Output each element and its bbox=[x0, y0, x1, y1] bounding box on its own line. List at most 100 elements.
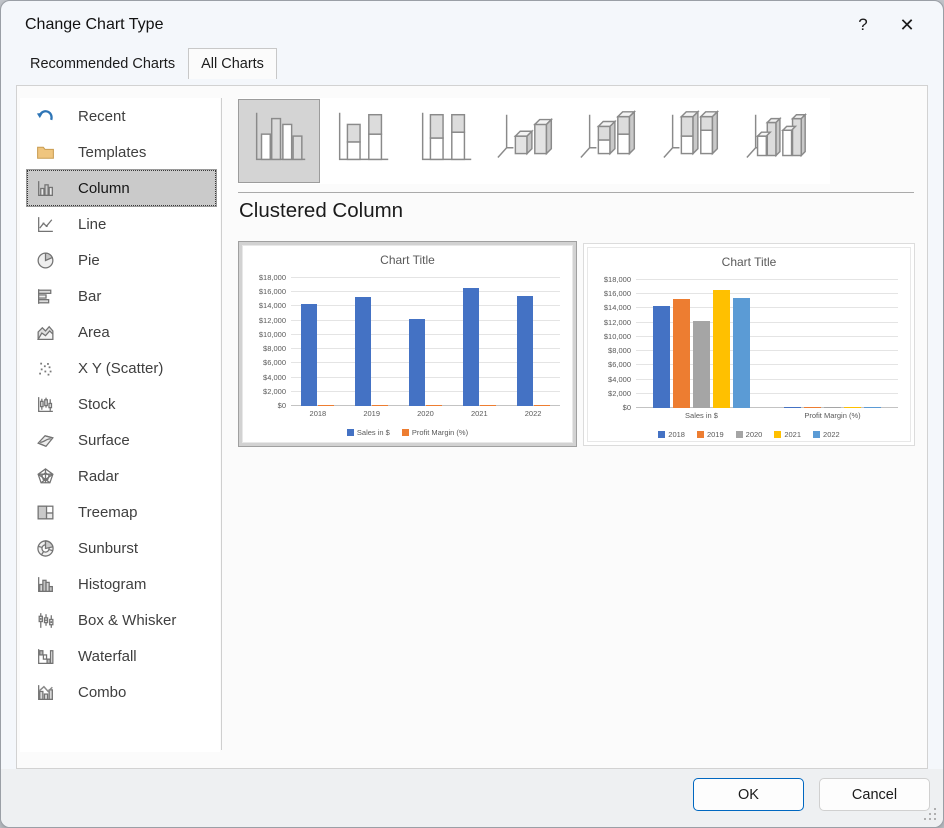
bar-2020 bbox=[824, 407, 841, 408]
subtype-thumb-clustered-column[interactable] bbox=[238, 99, 320, 183]
sidebar-item-treemap[interactable]: Treemap bbox=[27, 494, 216, 530]
sidebar-item-column[interactable]: Column bbox=[27, 170, 216, 206]
chart-title: Chart Title bbox=[588, 255, 910, 270]
legend-label: 2018 bbox=[668, 430, 685, 439]
x-axis: 20182019202020212022 bbox=[291, 409, 560, 421]
sidebar-item-area[interactable]: Area bbox=[27, 314, 216, 350]
y-axis-label: $4,000 bbox=[263, 373, 286, 382]
sidebar-item-stock[interactable]: Stock bbox=[27, 386, 216, 422]
bar-2020 bbox=[693, 321, 710, 408]
chart-preview-2[interactable]: Chart Title$0$2,000$4,000$6,000$8,000$10… bbox=[583, 243, 915, 446]
subtype-heading: Clustered Column bbox=[239, 199, 403, 223]
sidebar-item-label: Column bbox=[78, 180, 130, 197]
legend-swatch bbox=[402, 429, 409, 436]
separator-line bbox=[238, 192, 914, 193]
stacked-column-100-3d-icon bbox=[660, 105, 728, 178]
sidebar-item-pie[interactable]: Pie bbox=[27, 242, 216, 278]
y-axis-label: $14,000 bbox=[604, 303, 631, 312]
subtype-thumb-clustered-column-3d[interactable] bbox=[487, 99, 569, 183]
sunburst-icon bbox=[34, 537, 56, 559]
ok-button[interactable]: OK bbox=[693, 778, 804, 811]
subtype-thumb-stacked-column-100[interactable] bbox=[404, 99, 486, 183]
sidebar-item-label: Histogram bbox=[78, 576, 146, 593]
all-charts-tab-page: Recent Templates Column Line PieBarArea X Y (… bbox=[16, 85, 928, 769]
tab-all-charts[interactable]: All Charts bbox=[188, 48, 277, 79]
sidebar-item-label: Box & Whisker bbox=[78, 612, 176, 629]
sidebar-item-combo[interactable]: Combo bbox=[27, 674, 216, 710]
sidebar-item-x-y-scatter[interactable]: X Y (Scatter) bbox=[27, 350, 216, 386]
legend-swatch bbox=[736, 431, 743, 438]
tab-recommended-charts[interactable]: Recommended Charts bbox=[17, 50, 188, 79]
sidebar-item-label: Waterfall bbox=[78, 648, 137, 665]
pie-icon bbox=[34, 249, 56, 271]
x-axis-label: 2021 bbox=[452, 409, 506, 421]
bar-profit-margin bbox=[372, 405, 388, 406]
preview-row: Chart Title$0$2,000$4,000$6,000$8,000$10… bbox=[238, 241, 915, 447]
histogram-icon bbox=[34, 573, 56, 595]
bars bbox=[636, 280, 898, 408]
cancel-button[interactable]: Cancel bbox=[819, 778, 930, 811]
x-axis-label: Sales in $ bbox=[636, 411, 767, 423]
sidebar-item-surface[interactable]: Surface bbox=[27, 422, 216, 458]
chart-type-list: Recent Templates Column Line PieBarArea X Y (… bbox=[20, 98, 220, 752]
sidebar-item-templates[interactable]: Templates bbox=[27, 134, 216, 170]
x-axis-label: 2022 bbox=[506, 409, 560, 421]
resize-grip-icon[interactable] bbox=[922, 806, 938, 822]
sidebar-item-line[interactable]: Line bbox=[27, 206, 216, 242]
sidebar-item-radar[interactable]: Radar bbox=[27, 458, 216, 494]
treemap-icon bbox=[34, 501, 56, 523]
chart: Chart Title$0$2,000$4,000$6,000$8,000$10… bbox=[588, 248, 910, 441]
y-axis-label: $6,000 bbox=[608, 360, 631, 369]
waterfall-icon bbox=[34, 645, 56, 667]
sidebar-item-bar[interactable]: Bar bbox=[27, 278, 216, 314]
legend-item: 2020 bbox=[736, 430, 763, 439]
bar-2019 bbox=[673, 299, 690, 408]
bar-2021 bbox=[713, 290, 730, 408]
bar-2018 bbox=[653, 306, 670, 408]
sidebar-item-sunburst[interactable]: Sunburst bbox=[27, 530, 216, 566]
sidebar-item-label: X Y (Scatter) bbox=[78, 360, 163, 377]
sidebar-item-waterfall[interactable]: Waterfall bbox=[27, 638, 216, 674]
legend: 20182019202020212022 bbox=[588, 425, 910, 443]
bar-sales-in bbox=[355, 297, 371, 406]
stacked-column-3d-icon bbox=[577, 105, 645, 178]
close-icon[interactable]: ✕ bbox=[885, 5, 929, 45]
radar-icon bbox=[34, 465, 56, 487]
stacked-column-icon bbox=[328, 105, 396, 178]
legend-item: 2022 bbox=[813, 430, 840, 439]
y-axis-label: $16,000 bbox=[604, 289, 631, 298]
subtype-thumb-stacked-column[interactable] bbox=[321, 99, 403, 183]
subtype-thumb-stacked-column-100-3d[interactable] bbox=[653, 99, 735, 183]
surface-icon bbox=[34, 429, 56, 451]
x-axis: Sales in $Profit Margin (%) bbox=[636, 411, 898, 423]
bar-2019 bbox=[804, 407, 821, 408]
bar-2018 bbox=[784, 407, 801, 408]
column-icon bbox=[34, 177, 56, 199]
sidebar-item-box-whisker[interactable]: Box & Whisker bbox=[27, 602, 216, 638]
x-axis-label: 2018 bbox=[291, 409, 345, 421]
subtype-thumb-stacked-column-3d[interactable] bbox=[570, 99, 652, 183]
sidebar-item-label: Combo bbox=[78, 684, 126, 701]
legend-item: 2021 bbox=[774, 430, 801, 439]
y-axis-label: $0 bbox=[623, 403, 631, 412]
y-axis-label: $12,000 bbox=[259, 316, 286, 325]
subtype-thumb-column-3d[interactable] bbox=[736, 99, 818, 183]
dialog-footer: OK Cancel bbox=[1, 769, 943, 827]
sidebar-item-label: Templates bbox=[78, 144, 146, 161]
sidebar-item-histogram[interactable]: Histogram bbox=[27, 566, 216, 602]
stacked-column-100-icon bbox=[411, 105, 479, 178]
bar-group-2020 bbox=[399, 278, 453, 406]
bar-2021 bbox=[844, 407, 861, 408]
sidebar-item-label: Line bbox=[78, 216, 106, 233]
bar-2022 bbox=[733, 298, 750, 408]
legend-label: 2020 bbox=[746, 430, 763, 439]
chart-preview-1[interactable]: Chart Title$0$2,000$4,000$6,000$8,000$10… bbox=[238, 241, 577, 447]
bar-profit-margin bbox=[318, 405, 334, 406]
legend-swatch bbox=[697, 431, 704, 438]
sidebar-item-recent[interactable]: Recent bbox=[27, 98, 216, 134]
legend-label: Sales in $ bbox=[357, 428, 390, 437]
help-icon[interactable]: ? bbox=[841, 5, 885, 45]
x-axis-label: 2019 bbox=[345, 409, 399, 421]
y-axis-label: $6,000 bbox=[263, 358, 286, 367]
chart-area: Chart Title$0$2,000$4,000$6,000$8,000$10… bbox=[242, 245, 573, 443]
